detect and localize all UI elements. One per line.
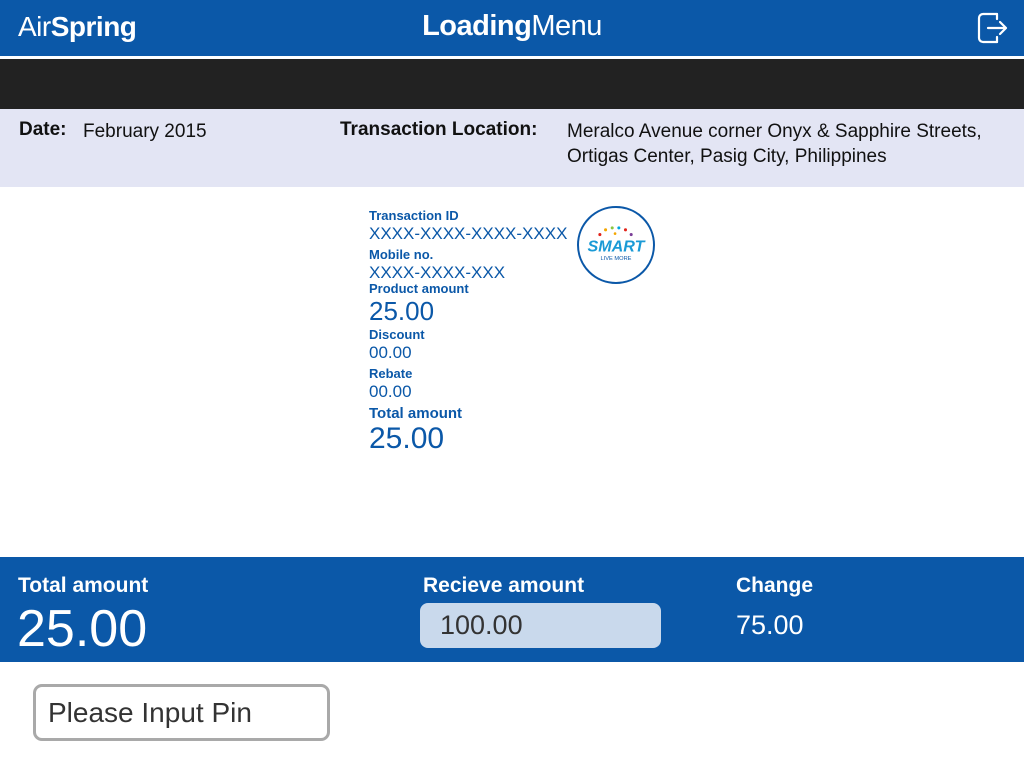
smart-logo-name: SMART (588, 238, 646, 256)
pin-input[interactable] (33, 684, 330, 741)
title-menu: Menu (531, 10, 602, 42)
logout-icon[interactable] (975, 10, 1011, 46)
dark-toolbar (0, 59, 1024, 109)
smart-logo: SMART LIVE MORE (577, 206, 655, 284)
rebate-value: 00.00 (369, 382, 412, 401)
total-amount-label: Total amount (369, 405, 463, 422)
product-amount-label: Product amount (369, 281, 469, 296)
title-loading: Loading (422, 10, 532, 42)
total-amount-summary-label: Total amount (18, 574, 149, 597)
total-amount-value: 25.00 (369, 422, 445, 455)
location-value: Meralco Avenue corner Onyx & Sapphire St… (567, 121, 982, 167)
change-label: Change (736, 574, 814, 597)
app-header: AirSpring LoadingMenu (0, 0, 1024, 56)
discount-label: Discount (369, 327, 425, 342)
total-amount-summary-value: 25.00 (17, 600, 148, 658)
rebate-label: Rebate (369, 366, 413, 381)
product-amount-value: 25.00 (369, 296, 435, 326)
mobile-value: XXXX-XXXX-XXX (369, 263, 506, 282)
receipt-details: Transaction ID XXXX-XXXX-XXXX-XXXX Mobil… (369, 208, 569, 456)
discount-value: 00.00 (369, 343, 412, 362)
receive-amount-label: Recieve amount (423, 574, 585, 597)
receive-amount-input[interactable] (420, 603, 661, 648)
date-label: Date: (19, 119, 67, 140)
page-title: LoadingMenu (0, 10, 1024, 43)
smart-logo-tagline: LIVE MORE (601, 256, 632, 262)
transaction-info: Date: February 2015 Transaction Location… (0, 109, 1024, 187)
change-value: 75.00 (736, 610, 804, 640)
transaction-id-label: Transaction ID (369, 208, 459, 223)
date-value: February 2015 (83, 121, 207, 142)
mobile-label: Mobile no. (369, 247, 434, 262)
location-label: Transaction Location: (340, 119, 538, 140)
transaction-id-value: XXXX-XXXX-XXXX-XXXX (369, 224, 568, 243)
payment-summary: Total amount 25.00 Recieve amount Change… (0, 557, 1024, 662)
